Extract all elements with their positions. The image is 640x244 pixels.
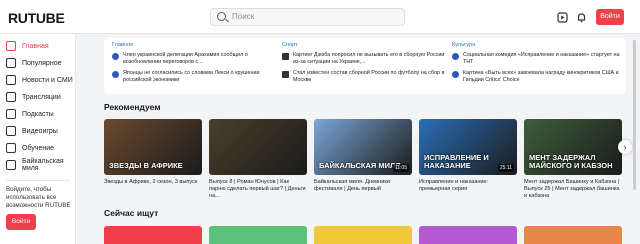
news-source-icon <box>282 71 289 79</box>
top-bar: RUTUBE Поиск Войти <box>0 0 640 34</box>
search-placeholder: Поиск <box>232 12 255 21</box>
duration-badge: 25:11 <box>497 164 514 172</box>
search-tile[interactable] <box>419 226 517 244</box>
gamepad-icon <box>6 126 16 136</box>
search-tile[interactable] <box>524 226 622 244</box>
video-title[interactable]: Выпуск 8 | Роман Юнусов | Как парню сдел… <box>209 179 307 200</box>
sidebar-divider <box>6 180 70 181</box>
recommended-heading: Рекомендуем <box>104 102 161 112</box>
home-icon <box>6 41 16 51</box>
news-category[interactable]: Спорт <box>282 42 450 48</box>
broadcast-icon <box>6 92 16 102</box>
education-icon <box>6 143 16 153</box>
news-headline: Член украинской делегации Арахамия сообщ… <box>123 52 248 65</box>
news-headline: Картинг Дзюба попросил не вызывать его в… <box>293 52 445 65</box>
search-tile[interactable] <box>104 226 202 244</box>
video-title[interactable]: Байкальская миля. Дневники фестиваля | Д… <box>314 179 412 193</box>
sidebar-item-label: Главная <box>22 42 49 50</box>
video-thumbnail[interactable] <box>209 119 307 175</box>
sidebar-item-label: Обучение <box>22 144 55 152</box>
news-column-main: Главное Член украинской делегации Арахам… <box>112 42 280 88</box>
sidebar-item-education[interactable]: Обучение <box>6 141 54 155</box>
video-thumbnail[interactable]: ИСПРАВЛЕНИЕ И НАКАЗАНИЕ 25:11 <box>419 119 517 175</box>
thumbnail-text: МЕНТ ЗАДЕРЖАЛ МАЙСКОГО И КАБЗОН <box>529 153 613 170</box>
sidebar-item-podcasts[interactable]: Подкасты <box>6 107 54 121</box>
podcast-icon <box>6 109 16 119</box>
search-tile[interactable] <box>209 226 307 244</box>
video-card[interactable]: Выпуск 8 | Роман Юнусов | Как парню сдел… <box>209 119 307 200</box>
news-headline: Картина «Быть всех» завоевала награду ки… <box>463 70 619 83</box>
news-icon <box>6 75 16 85</box>
sidebar-item-baikal-mile[interactable]: Байкальская миля <box>6 158 75 172</box>
video-thumbnail[interactable]: ЗВЕЗДЫ В АФРИКЕ <box>104 119 202 175</box>
login-button[interactable]: Войти <box>596 9 624 25</box>
news-source-icon <box>452 53 459 60</box>
video-thumbnail[interactable]: МЕНТ ЗАДЕРЖАЛ МАЙСКОГО И КАБЗОН <box>524 119 622 175</box>
news-category[interactable]: Главное <box>112 42 280 48</box>
page-scrollbar[interactable] <box>633 40 636 190</box>
flag-icon <box>6 160 16 170</box>
news-headline: Социальная комедия «Исправление и наказа… <box>463 52 620 65</box>
news-item[interactable]: Японцы не согласились со словами Лекси о… <box>112 70 280 83</box>
now-searching-heading: Сейчас ищут <box>104 208 159 218</box>
search-icon <box>217 12 226 21</box>
video-title[interactable]: Исправление и наказание: премьерная сери… <box>419 179 517 193</box>
news-column-culture: Культура Социальная комедия «Исправление… <box>452 42 620 88</box>
news-column-sport: Спорт Картинг Дзюба попросил не вызывать… <box>282 42 450 88</box>
video-title[interactable]: Мент задержал Башинку и Кабзона | Выпуск… <box>524 179 622 200</box>
carousel-next-button[interactable]: › <box>618 140 632 154</box>
news-panel: Главное Член украинской делегации Арахам… <box>104 38 626 94</box>
sidebar-item-label: Подкасты <box>22 110 54 118</box>
news-item[interactable]: Картинг Дзюба попросил не вызывать его в… <box>282 52 450 65</box>
upload-icon[interactable] <box>557 12 568 23</box>
news-item[interactable]: Член украинской делегации Арахамия сообщ… <box>112 52 280 65</box>
search-input[interactable]: Поиск <box>210 8 405 26</box>
sidebar-item-label: Популярное <box>22 59 62 67</box>
news-category[interactable]: Культура <box>452 42 620 48</box>
news-source-icon <box>112 71 119 79</box>
video-card[interactable]: МЕНТ ЗАДЕРЖАЛ МАЙСКОГО И КАБЗОН Мент зад… <box>524 119 622 200</box>
thumbnail-text: ЗВЕЗДЫ В АФРИКЕ <box>109 161 183 170</box>
bell-icon[interactable] <box>576 12 587 23</box>
video-card[interactable]: БАЙКАЛЬСКАЯ МИЛЯ 11:05 Байкальская миля. … <box>314 119 412 193</box>
news-headline: Японцы не согласились со словами Лекси о… <box>123 70 260 83</box>
news-item[interactable]: Картина «Быть всех» завоевала награду ки… <box>452 70 620 83</box>
login-invite-text: Войдите, чтобы использовать все возможно… <box>6 186 71 209</box>
search-tile[interactable] <box>314 226 412 244</box>
sidebar-item-label: Трансляции <box>22 93 61 101</box>
thumbnail-text: БАЙКАЛЬСКАЯ МИЛЯ <box>319 161 401 170</box>
sidebar: Главная Популярное Новости и СМИ Трансля… <box>0 34 76 244</box>
news-headline: Стал известен состав сборной России по ф… <box>293 70 445 83</box>
video-title[interactable]: Звезды в Африке, 2 сезон, 3 выпуск <box>104 179 202 186</box>
sidebar-item-videogames[interactable]: Видеоигры <box>6 124 58 138</box>
news-item[interactable]: Стал известен состав сборной России по ф… <box>282 70 450 83</box>
sidebar-item-popular[interactable]: Популярное <box>6 56 61 70</box>
sidebar-login-button[interactable]: Войти <box>6 214 36 230</box>
sidebar-item-label: Видеоигры <box>22 127 58 135</box>
sidebar-item-home[interactable]: Главная <box>6 39 49 53</box>
video-thumbnail[interactable]: БАЙКАЛЬСКАЯ МИЛЯ 11:05 <box>314 119 412 175</box>
chevron-right-icon: › <box>623 142 627 152</box>
sidebar-item-label: Байкальская миля <box>22 158 64 172</box>
news-item[interactable]: Социальная комедия «Исправление и наказа… <box>452 52 620 65</box>
news-source-icon <box>282 53 289 60</box>
sidebar-item-broadcasts[interactable]: Трансляции <box>6 90 61 104</box>
news-source-icon <box>452 71 459 79</box>
video-card[interactable]: ИСПРАВЛЕНИЕ И НАКАЗАНИЕ 25:11 Исправление… <box>419 119 517 193</box>
rutube-logo[interactable]: RUTUBE <box>8 10 65 26</box>
news-source-icon <box>112 53 119 60</box>
popular-icon <box>6 58 16 68</box>
duration-badge: 11:05 <box>392 164 409 172</box>
sidebar-item-label: Новости и СМИ <box>22 76 73 84</box>
sidebar-item-news[interactable]: Новости и СМИ <box>6 73 73 87</box>
video-card[interactable]: ЗВЕЗДЫ В АФРИКЕ Звезды в Африке, 2 сезон… <box>104 119 202 186</box>
